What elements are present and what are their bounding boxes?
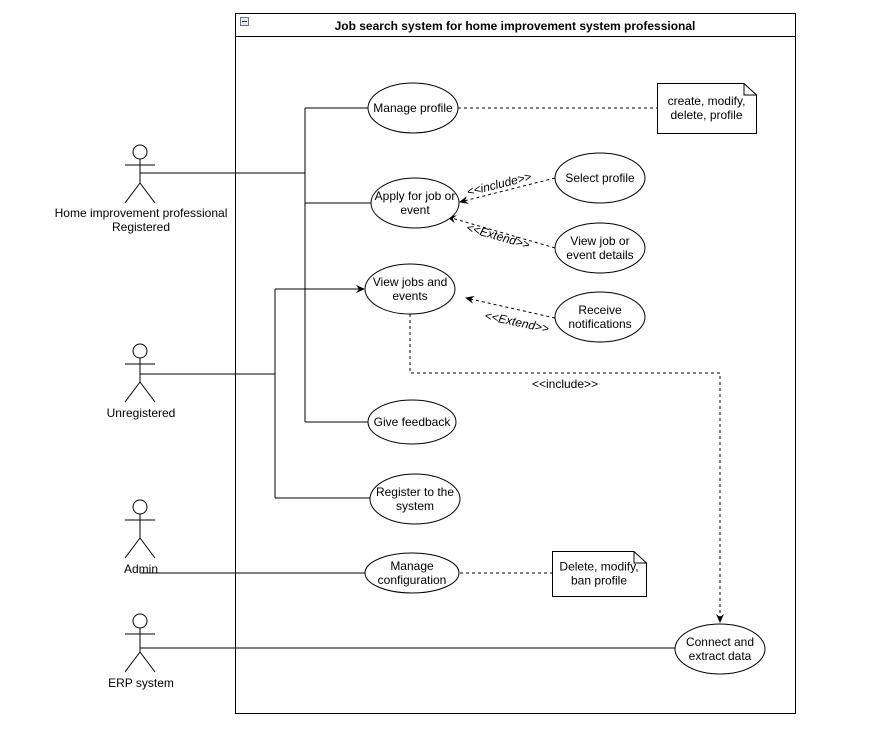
- system-title: Job search system for home improvement s…: [335, 19, 696, 33]
- use-case-label: event: [400, 203, 430, 217]
- use-case-view-jobs[interactable]: View jobs andevents: [364, 263, 456, 315]
- stick-figure-icon: [124, 613, 156, 673]
- use-case-label: Register to the: [376, 485, 454, 499]
- actor-label: Unregistered: [107, 406, 176, 420]
- use-case-receive-notifications[interactable]: Receivenotifications: [554, 291, 646, 343]
- use-case-label: Manage profile: [373, 101, 453, 115]
- note-text: create, modify,: [668, 94, 746, 108]
- note-profile-note[interactable]: create, modify,delete, profile: [657, 83, 757, 134]
- use-case-label: Connect and: [686, 635, 754, 649]
- note-config-note[interactable]: Delete, modify,ban profile: [552, 551, 647, 597]
- use-case-connect-extract[interactable]: Connect andextract data: [674, 623, 766, 675]
- minus-box-icon[interactable]: [240, 17, 249, 26]
- use-case-label: configuration: [378, 573, 447, 587]
- stick-figure-icon: [124, 144, 156, 204]
- use-case-view-details[interactable]: View job orevent details: [554, 222, 646, 274]
- use-case-label: extract data: [689, 649, 752, 663]
- use-case-label: system: [396, 499, 434, 513]
- use-case-label: Select profile: [565, 171, 635, 185]
- use-case-label: View job or: [570, 234, 629, 248]
- use-case-label: Apply for job or: [375, 189, 456, 203]
- note-text: Delete, modify,: [559, 560, 638, 574]
- actor-label: Registered: [112, 220, 170, 234]
- note-text: delete, profile: [670, 108, 742, 122]
- use-case-label: View jobs and: [373, 275, 448, 289]
- use-case-apply[interactable]: Apply for job orevent: [370, 177, 460, 229]
- note-text: ban profile: [571, 574, 627, 588]
- include-label: <<include>>: [532, 377, 598, 391]
- stick-figure-icon: [124, 499, 156, 559]
- actor-erp[interactable]: ERP system: [108, 613, 174, 690]
- use-case-register[interactable]: Register to thesystem: [369, 473, 461, 525]
- use-case-label: Give feedback: [374, 415, 452, 429]
- use-case-label: notifications: [568, 317, 631, 331]
- actor-label: Admin: [124, 562, 158, 576]
- actor-label: Home improvement professional: [55, 206, 228, 220]
- use-case-give-feedback[interactable]: Give feedback: [367, 399, 457, 445]
- actor-admin[interactable]: Admin: [124, 499, 158, 576]
- actor-professional[interactable]: Home improvement professionalRegistered: [55, 144, 228, 234]
- use-case-label: events: [392, 289, 427, 303]
- use-case-label: Receive: [578, 303, 622, 317]
- use-case-label: Manage: [390, 559, 434, 573]
- use-case-label: event details: [566, 248, 633, 262]
- use-case-manage-config[interactable]: Manageconfiguration: [364, 552, 460, 594]
- use-case-manage-profile[interactable]: Manage profile: [367, 82, 459, 134]
- use-case-diagram: Job search system for home improvement s…: [55, 13, 796, 714]
- actor-unregistered[interactable]: Unregistered: [107, 343, 176, 420]
- stick-figure-icon: [124, 343, 156, 403]
- use-case-select-profile[interactable]: Select profile: [554, 152, 646, 204]
- actor-label: ERP system: [108, 676, 174, 690]
